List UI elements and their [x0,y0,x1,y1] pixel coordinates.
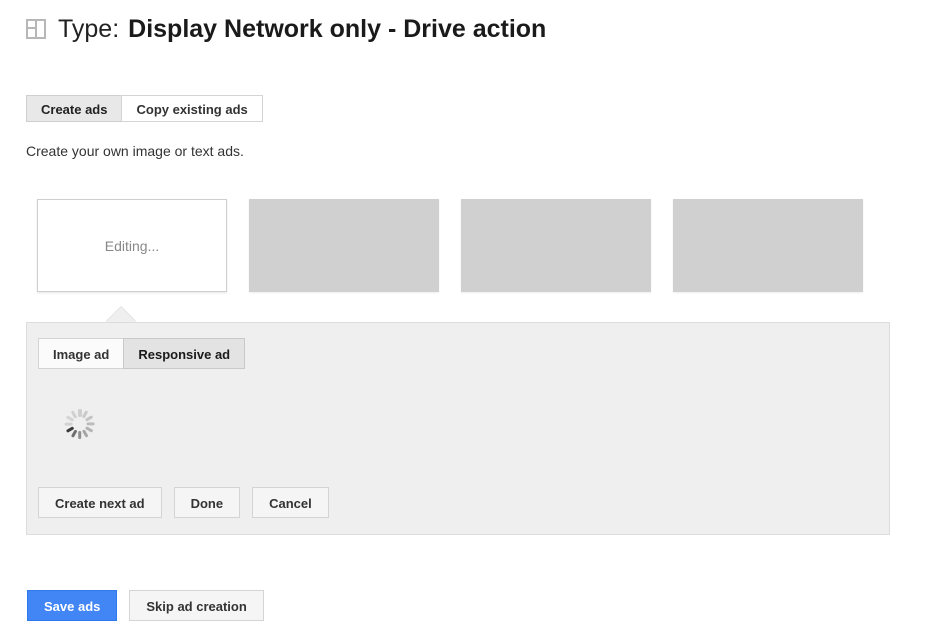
section-subtitle: Create your own image or text ads. [26,143,244,159]
spinner-segment [85,415,94,422]
page-header: Type: Display Network only - Drive actio… [26,12,546,46]
ad-editor-panel: Image ad Responsive ad Create next ad Do… [26,322,890,535]
done-button[interactable]: Done [173,487,241,518]
save-ads-button[interactable]: Save ads [27,590,118,621]
ad-thumbnail-row: Editing... [37,199,885,292]
cancel-button[interactable]: Cancel [252,487,329,518]
ad-thumbnail-placeholder[interactable] [461,199,651,292]
tab-create-ads[interactable]: Create ads [26,95,123,122]
tab-responsive-ad[interactable]: Responsive ad [123,338,246,369]
ad-thumbnail-editing[interactable]: Editing... [37,199,227,292]
panel-caret-icon [106,307,136,322]
tab-copy-existing-ads[interactable]: Copy existing ads [121,95,263,122]
spinner-segment [78,431,82,439]
skip-ad-creation-button[interactable]: Skip ad creation [129,590,264,621]
layout-grid-icon [26,19,46,39]
spinner-segment [64,422,73,426]
type-label: Type: [58,14,120,43]
tab-image-ad[interactable]: Image ad [38,338,125,369]
spinner-segment [71,429,78,438]
page-title: Display Network only - Drive action [128,14,547,43]
loading-spinner-icon [64,409,95,439]
footer-action-buttons: Save ads Skip ad creation [27,590,264,621]
ad-thumbnail-editing-label: Editing... [104,237,160,254]
editor-action-buttons: Create next ad Done Cancel [38,487,341,518]
ad-format-tabs: Image ad Responsive ad [38,338,246,369]
ad-creation-tabs: Create ads Copy existing ads [26,95,263,122]
ad-thumbnail-placeholder[interactable] [249,199,439,292]
spinner-segment [86,422,95,426]
create-next-ad-button[interactable]: Create next ad [38,487,162,518]
ad-thumbnail-placeholder[interactable] [673,199,863,292]
